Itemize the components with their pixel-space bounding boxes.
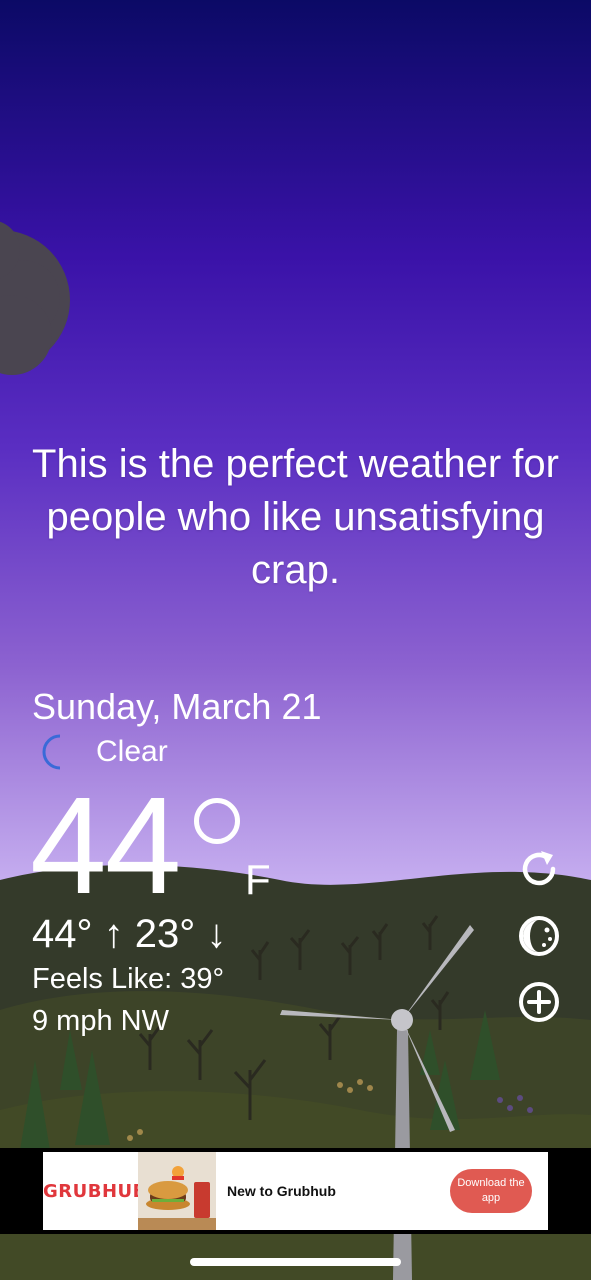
home-indicator[interactable] bbox=[190, 1258, 401, 1266]
wind-speed: 9 mph NW bbox=[32, 1005, 169, 1037]
high-low-temperature: 44° ↑ 23° ↓ bbox=[32, 912, 227, 956]
moon-phase-icon bbox=[519, 916, 559, 956]
condition-row: Clear bbox=[38, 734, 168, 770]
ad-download-button[interactable]: Download the app bbox=[450, 1169, 532, 1213]
feels-like: Feels Like: 39° bbox=[32, 963, 225, 995]
weather-scene: This is the perfect weather for people w… bbox=[0, 0, 591, 1280]
add-icon bbox=[519, 982, 559, 1022]
condition-label: Clear bbox=[96, 735, 168, 768]
add-location-button[interactable] bbox=[517, 980, 561, 1024]
ad-content[interactable]: GRUBHUB New to Grubhub Download the app bbox=[43, 1152, 548, 1230]
cloud bbox=[0, 221, 70, 375]
ad-brand-logo: GRUBHUB bbox=[43, 1180, 147, 1202]
ad-banner[interactable]: GRUBHUB New to Grubhub Download the app bbox=[0, 1148, 591, 1234]
landscape-illustration bbox=[0, 221, 591, 1280]
refresh-button[interactable] bbox=[517, 847, 561, 891]
date-label: Sunday, March 21 bbox=[32, 686, 322, 727]
current-temperature: 44 bbox=[30, 769, 181, 923]
moon-phase-button[interactable] bbox=[517, 914, 561, 958]
weather-quote: This is the perfect weather for people w… bbox=[32, 442, 559, 592]
ad-headline: New to Grubhub bbox=[227, 1183, 336, 1199]
degree-symbol bbox=[194, 798, 240, 844]
moon-icon bbox=[42, 734, 61, 770]
refresh-icon bbox=[522, 851, 556, 886]
ad-food-image bbox=[138, 1152, 216, 1230]
temperature-unit: F bbox=[245, 856, 271, 903]
